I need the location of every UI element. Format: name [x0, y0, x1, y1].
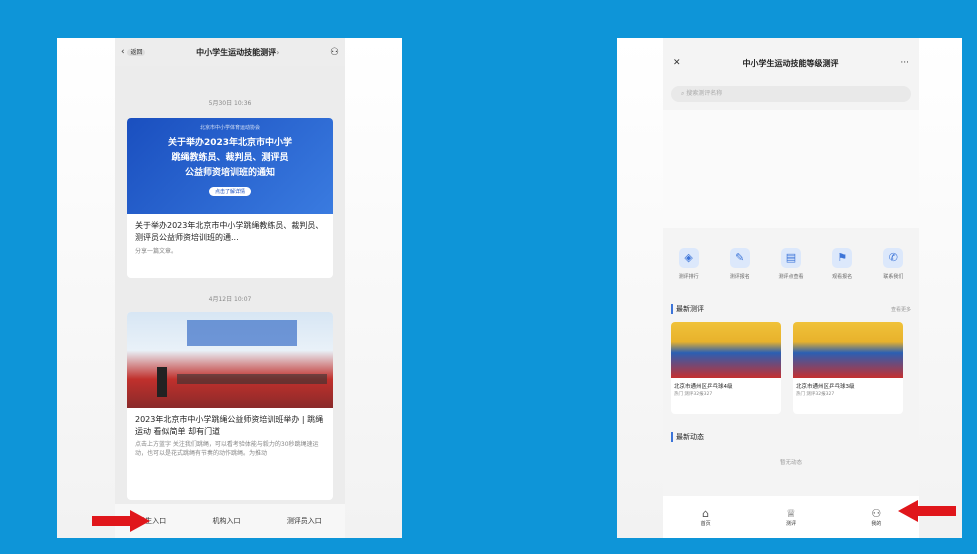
- tab-evaluate[interactable]: ♕ 测评: [786, 507, 796, 527]
- article-banner: 北京市中小学体育运动协会 关于举办2023年北京市中小学 跳绳教练员、裁判员、测…: [127, 118, 333, 214]
- article-sub: 分享一篇文章。: [135, 248, 178, 255]
- quick-label: 观看报名: [832, 274, 853, 280]
- event-image: [671, 322, 781, 378]
- tab-evaluator-entry[interactable]: 测评员入口: [287, 516, 322, 526]
- chat-header: ‹ 返回 中小学生运动技能测评› ⚇: [115, 38, 345, 66]
- article-title: 2023年北京市中小学跳绳公益师资培训班举办 | 跳绳运动 看似简单 却有门道: [135, 415, 324, 436]
- tab-institution-entry[interactable]: 机构入口: [212, 516, 240, 526]
- tab-mine[interactable]: ⚇ 我的: [871, 507, 881, 527]
- person-icon: ⚇: [871, 507, 882, 520]
- more-icon[interactable]: ···: [900, 58, 909, 68]
- article-photo: [127, 312, 333, 408]
- trophy-icon: ♕: [786, 507, 796, 520]
- right-screenshot-frame: ✕ 中小学生运动技能等级测评 ··· ⌕ 搜索测评名称 ◈ 测评排行 ✎ 测评报…: [617, 38, 962, 538]
- clipboard-icon: ▤: [780, 248, 801, 268]
- quick-item-contact[interactable]: ✆ 联系我们: [869, 248, 917, 280]
- tab-label: 首页: [700, 521, 711, 527]
- back-button[interactable]: ‹ 返回: [121, 47, 146, 57]
- quick-label: 测评报名: [729, 274, 750, 280]
- miniapp-header: ✕ 中小学生运动技能等级测评 ···: [663, 50, 919, 76]
- empty-news-text: 暂无动态: [779, 460, 802, 466]
- left-screenshot-frame: ‹ 返回 中小学生运动技能测评› ⚇ 5月30日 10:36 北京市中小学体育运…: [57, 38, 402, 538]
- event-sub: 热门 测评32报327: [674, 392, 713, 397]
- view-more-link[interactable]: 查看更多: [891, 306, 911, 313]
- event-sub: 热门 测评32报327: [796, 392, 835, 397]
- quick-item-watch[interactable]: ⚑ 观看报名: [818, 248, 866, 280]
- flag-icon: ⚑: [832, 248, 853, 268]
- article-card[interactable]: 北京市中小学体育运动协会 关于举办2023年北京市中小学 跳绳教练员、裁判员、测…: [127, 118, 333, 278]
- banner-area: [663, 110, 919, 228]
- event-card[interactable]: 北京市通州区乒乓球3级 热门 测评32报327: [793, 322, 903, 414]
- timestamp: 4月12日 10:07: [208, 296, 252, 303]
- quick-item-points[interactable]: ▤ 测评点查看: [767, 248, 815, 280]
- chat-title: 中小学生运动技能测评›: [196, 47, 280, 57]
- event-name: 北京市通州区乒乓球4级: [674, 384, 733, 390]
- tab-home[interactable]: ⌂ 首页: [701, 507, 711, 527]
- event-image: [793, 322, 903, 378]
- left-phone-screen: ‹ 返回 中小学生运动技能测评› ⚇ 5月30日 10:36 北京市中小学体育运…: [115, 38, 345, 538]
- section-title: 最新测评: [671, 304, 704, 314]
- event-name: 北京市通州区乒乓球3级: [796, 384, 855, 390]
- home-icon: ⌂: [702, 507, 710, 520]
- banner-button[interactable]: 点击了解详情: [208, 187, 251, 196]
- shield-icon: ◈: [678, 248, 699, 268]
- tab-label: 测评: [785, 521, 796, 527]
- section-header: 最新测评 查看更多: [671, 304, 911, 314]
- right-phone-screen: ✕ 中小学生运动技能等级测评 ··· ⌕ 搜索测评名称 ◈ 测评排行 ✎ 测评报…: [663, 38, 919, 538]
- quick-item-ranking[interactable]: ◈ 测评排行: [665, 248, 713, 280]
- phone-icon: ✆: [883, 248, 904, 268]
- article-desc: 点击上方蓝字 关注我们跳绳，可以看考验体能与毅力的30秒跳绳速运动，也可以是花式…: [135, 441, 319, 457]
- quick-label: 联系我们: [883, 274, 904, 280]
- quick-icons: ◈ 测评排行 ✎ 测评报名 ▤ 测评点查看 ⚑ 观看报名 ✆ 联系我们: [663, 248, 919, 280]
- edit-icon: ✎: [729, 248, 750, 268]
- quick-label: 测评点查看: [778, 274, 804, 280]
- miniapp-title: 中小学生运动技能等级测评: [742, 58, 839, 68]
- banner-line: 公益师资培训班的通知: [184, 168, 275, 178]
- banner-line: 跳绳教练员、裁判员、测评员: [171, 153, 289, 163]
- banner-org: 北京市中小学体育运动协会: [199, 125, 260, 131]
- search-input[interactable]: ⌕ 搜索测评名称: [671, 86, 911, 102]
- quick-item-signup[interactable]: ✎ 测评报名: [716, 248, 764, 280]
- article-title: 关于举办2023年北京市中小学跳绳教练员、裁判员、测评员公益师资培训班的通...: [135, 221, 324, 242]
- quick-label: 测评排行: [678, 274, 699, 280]
- event-card[interactable]: 北京市通州区乒乓球4级 热门 测评32报327: [671, 322, 781, 414]
- tab-label: 我的: [871, 521, 882, 527]
- profile-icon[interactable]: ⚇: [330, 47, 339, 58]
- timestamp: 5月30日 10:36: [208, 100, 252, 107]
- bottom-tab-bar: ⌂ 首页 ♕ 测评 ⚇ 我的: [663, 496, 919, 538]
- section-title: 最新动态: [671, 432, 704, 442]
- banner-line: 关于举办2023年北京市中小学: [167, 138, 293, 148]
- close-icon[interactable]: ✕: [673, 58, 681, 68]
- back-label: 返回: [127, 49, 146, 56]
- article-card[interactable]: 2023年北京市中小学跳绳公益师资培训班举办 | 跳绳运动 看似简单 却有门道 …: [127, 312, 333, 500]
